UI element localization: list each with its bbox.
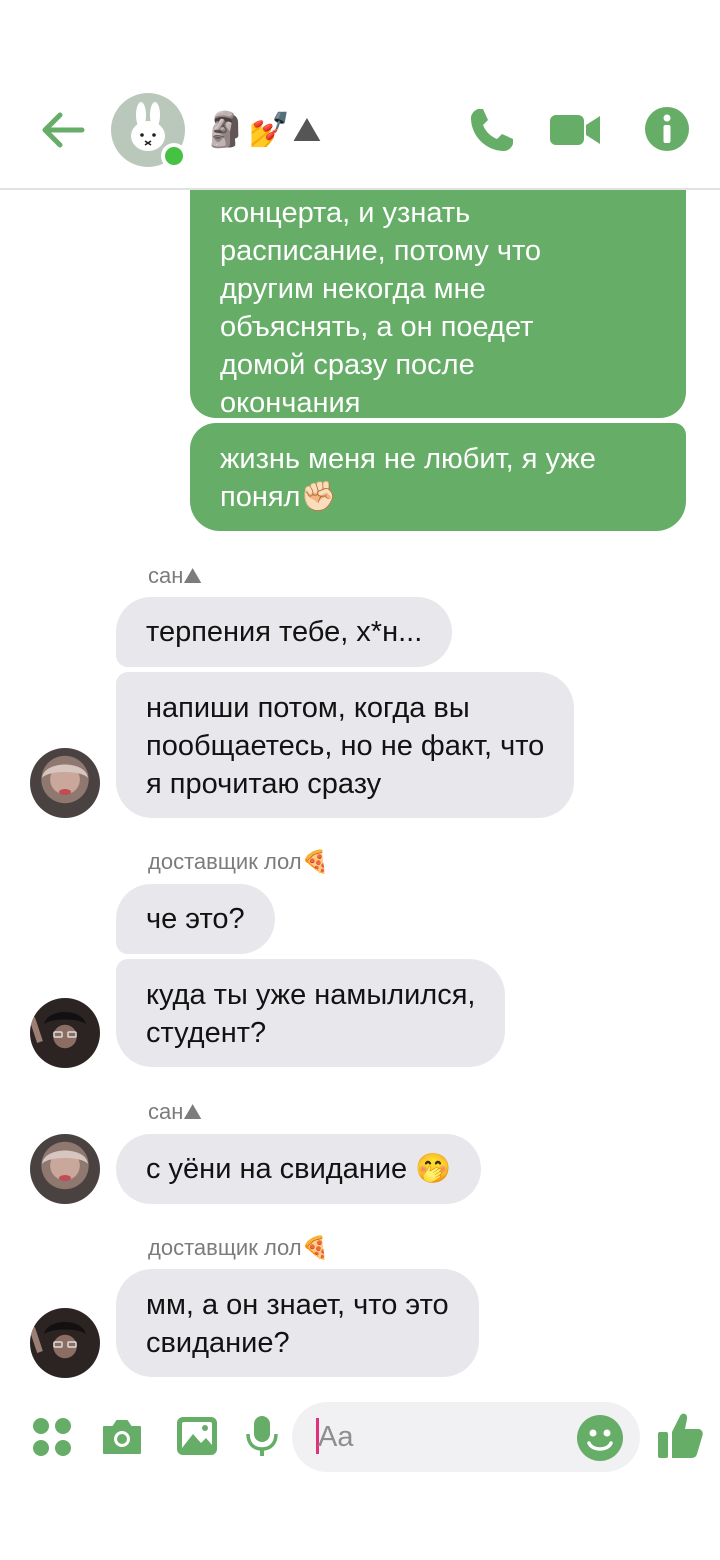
avatar[interactable] bbox=[30, 998, 100, 1068]
four-dots-icon[interactable] bbox=[30, 1415, 74, 1459]
avatar[interactable] bbox=[30, 748, 100, 818]
smiley-icon[interactable] bbox=[576, 1414, 624, 1462]
chat-avatar[interactable] bbox=[111, 93, 187, 169]
thumbs-up-icon[interactable] bbox=[656, 1410, 704, 1462]
incoming-message[interactable]: терпения тебе, х*н... bbox=[116, 597, 453, 667]
sender-name: сан⛰ bbox=[148, 1099, 202, 1124]
incoming-message[interactable]: мм, а он знает, что это свидание? bbox=[116, 1269, 479, 1377]
sender-name: доставщик лол🍕 bbox=[148, 1235, 330, 1260]
arrow-left-icon[interactable] bbox=[38, 105, 88, 155]
outgoing-message[interactable]: концерта, и узнать расписание, потому чт… bbox=[190, 190, 686, 419]
avatar[interactable] bbox=[30, 1308, 100, 1378]
message-input-placeholder: Aa bbox=[318, 1421, 354, 1453]
sender-name: сан⛰ bbox=[148, 563, 202, 588]
incoming-message[interactable]: куда ты уже намылился, студент? bbox=[116, 959, 506, 1067]
chat-title[interactable]: 🗿💅⛰ bbox=[204, 108, 323, 152]
video-camera-icon[interactable] bbox=[548, 105, 602, 155]
incoming-message[interactable]: с уёни на свидание 🤭 bbox=[116, 1134, 482, 1204]
outgoing-message[interactable]: жизнь меня не любит, я уже понял✊🏻 bbox=[190, 423, 686, 531]
online-status-dot bbox=[161, 143, 187, 169]
sender-name: доставщик лол🍕 bbox=[148, 849, 330, 874]
avatar[interactable] bbox=[30, 1134, 100, 1204]
incoming-message[interactable]: напиши потом, когда вы пообщаетесь, но н… bbox=[116, 672, 575, 818]
info-icon[interactable] bbox=[643, 105, 691, 153]
microphone-icon[interactable] bbox=[242, 1414, 282, 1458]
chat-header: 🗿💅⛰ bbox=[0, 0, 720, 190]
phone-icon[interactable] bbox=[467, 105, 517, 155]
camera-icon[interactable] bbox=[100, 1415, 144, 1459]
incoming-message[interactable]: че это? bbox=[116, 884, 275, 954]
message-list[interactable]: концерта, и узнать расписание, потому чт… bbox=[0, 190, 720, 1395]
image-icon[interactable] bbox=[175, 1414, 219, 1458]
